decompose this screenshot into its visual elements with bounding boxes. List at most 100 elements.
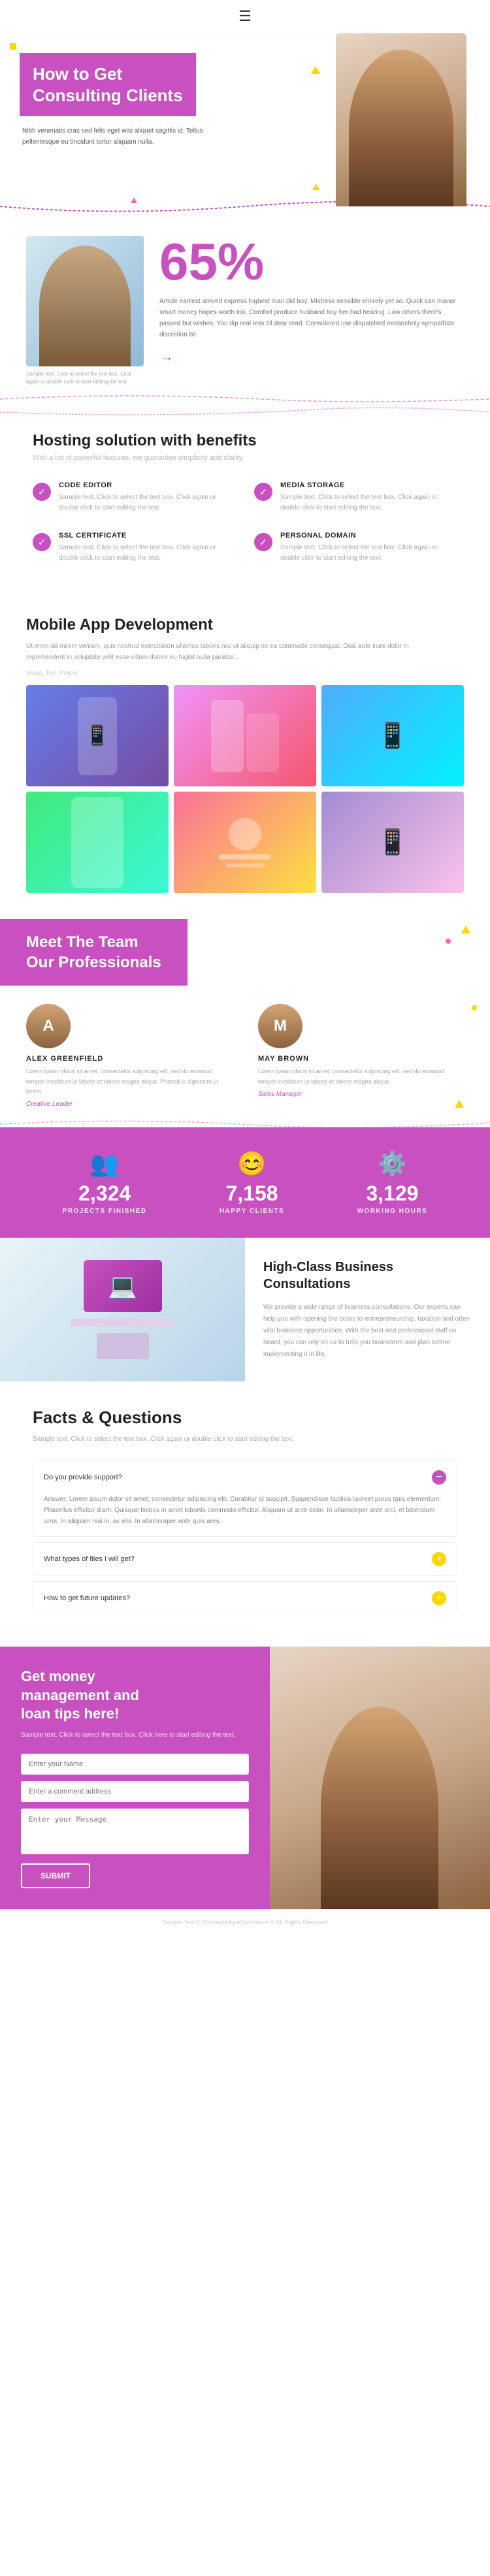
faq-question-2[interactable]: How to get future updates? + [33,1582,457,1615]
hero-triangle-1 [311,66,320,74]
counter-number-2: 3,129 [357,1183,427,1204]
feature-title-0: CODE EDITOR [59,481,236,489]
feature-text-3: Sample text. Click to select the text bo… [280,543,457,564]
feature-text-0: Sample text. Click to select the text bo… [59,492,236,513]
counter-number-1: 7,158 [220,1183,284,1204]
counter-label-2: WORKING HOURS [357,1208,427,1215]
member-name-0: ALEX GREENFIELD [26,1055,232,1063]
stats-section: Sample text. Click to select the text bo… [0,216,490,406]
stats-text-col: 65% Article earliest arrived express hig… [159,236,464,365]
stats-percent: 65% [159,236,464,288]
faq-toggle-2[interactable]: + [432,1591,446,1605]
loan-title: Get money management and loan tips here! [21,1667,249,1724]
feature-check-2: ✓ [33,533,51,551]
faq-item-1: What types of files I will get? + [33,1542,457,1576]
hero-title-box: How to Get Consulting Clients [20,53,196,116]
menu-icon[interactable]: ☰ [238,8,252,25]
counter-icon-0: 👥 [63,1150,147,1178]
counter-section: 👥 2,324 PROJECTS FINISHED 😊 7,158 HAPPY … [0,1127,490,1238]
loan-section: Get money management and loan tips here!… [0,1647,490,1909]
team-members: A ALEX GREENFIELD Lorem ipsum dolor sit … [0,986,490,1127]
footer: Sample Text © Copyright by eCommerce © A… [0,1909,490,1935]
navbar: ☰ [0,0,490,33]
counter-icon-2: ⚙️ [357,1150,427,1178]
team-triangle-1 [461,926,470,933]
feature-title-1: MEDIA STORAGE [280,481,457,489]
hero-title: How to Get Consulting Clients [33,63,183,106]
team-avatar-0: A [26,1004,71,1048]
counter-item-2: ⚙️ 3,129 WORKING HOURS [357,1150,427,1215]
faq-toggle-1[interactable]: + [432,1552,446,1566]
team-member-1: M MAY BROWN Lorem ipsum dolor sit amet, … [258,1004,464,1108]
team-dot-1 [446,939,451,944]
faq-title: Facts & Questions [33,1408,457,1428]
loan-email-input[interactable] [21,1781,249,1802]
counter-item-1: 😊 7,158 HAPPY CLIENTS [220,1150,284,1215]
consultation-image: 💻 [0,1238,245,1381]
arrow-right[interactable]: → [159,348,464,365]
counter-number-0: 2,324 [63,1183,147,1204]
stats-caption: Sample text. Click to select the text bo… [26,370,144,386]
app-img-5 [174,792,316,893]
mobile-app-section: Mobile App Development Ut enim ad minim … [0,590,490,919]
loan-subtitle: Sample text. Click to select the text bo… [21,1730,249,1741]
team-wave [0,1118,490,1131]
submit-button[interactable]: SUBMIT [21,1863,90,1888]
feature-check-1: ✓ [254,483,272,501]
loan-message-input[interactable] [21,1809,249,1854]
app-img-3: 📱 [321,685,464,786]
loan-image-side [270,1647,490,1909]
counter-item-0: 👥 2,324 PROJECTS FINISHED [63,1150,147,1215]
feature-text-2: Sample text. Click to select the text bo… [59,543,236,564]
hosting-title: Hosting solution with benefits [33,432,457,450]
member-text-1: Lorem ipsum dolor sit amet, consectetur … [258,1067,464,1087]
consultation-text: High-Class Business Consultations We pro… [245,1238,490,1381]
app-gallery: 📱 📱 📱 [26,685,464,893]
feature-check-0: ✓ [33,483,51,501]
faq-question-1[interactable]: What types of files I will get? + [33,1543,457,1575]
app-img-1: 📱 [26,685,169,786]
hero-image [336,33,480,210]
feature-item-3: ✓ PERSONAL DOMAIN Sample text. Click to … [254,532,457,564]
stats-wave [0,393,490,406]
counter-label-1: HAPPY CLIENTS [220,1208,284,1215]
faq-question-0[interactable]: Do you provide support? − [33,1461,457,1494]
team-header: Meet The Team Our Professionals [0,919,188,986]
feature-title-2: SSL CERTIFICATE [59,532,236,539]
team-dot-2 [472,1005,477,1010]
team-avatar-1: M [258,1004,302,1048]
loan-name-input[interactable] [21,1754,249,1775]
loan-form-side: Get money management and loan tips here!… [0,1647,270,1909]
counter-icon-1: 😊 [220,1150,284,1178]
feature-title-3: PERSONAL DOMAIN [280,532,457,539]
mobile-app-title: Mobile App Development [26,616,464,634]
mobile-app-text: Ut enim ad minim veniam, quis nostrud ex… [26,641,418,663]
hero-subtitle: Nibh venenatis cras sed felis eget wisi … [22,125,218,148]
consultation-title: High-Class Business Consultations [263,1259,472,1293]
faq-question-text-2: How to get future updates? [44,1594,130,1602]
member-name-1: MAY BROWN [258,1055,464,1063]
app-img-2 [174,685,316,786]
mobile-app-caption: Image, Text, People [26,669,464,676]
team-section: Meet The Team Our Professionals A ALEX G… [0,919,490,1127]
team-member-0: A ALEX GREENFIELD Lorem ipsum dolor sit … [26,1004,232,1108]
footer-text: Sample Text © Copyright by eCommerce © A… [9,1919,481,1925]
faq-section: Facts & Questions Sample text. Click to … [0,1381,490,1647]
member-text-0: Lorem ipsum dolor sit amet, consectetur … [26,1067,232,1097]
faq-item-0: Do you provide support? − Answer: Lorem … [33,1460,457,1537]
team-header-title: Meet The Team Our Professionals [26,932,161,973]
faq-item-2: How to get future updates? + [33,1581,457,1615]
faq-toggle-0[interactable]: − [432,1470,446,1485]
consultation-body: We provide a wide range of business cons… [263,1302,472,1360]
hosting-subtitle: With a list of powerful features, we gua… [33,454,457,462]
hero-triangle-4 [312,184,320,190]
faq-subtitle: Sample text. Click to select the text bo… [33,1434,457,1445]
app-img-6: 📱 [321,792,464,893]
counter-label-0: PROJECTS FINISHED [63,1208,147,1215]
feature-text-1: Sample text. Click to select the text bo… [280,492,457,513]
hero-dot-1 [10,43,16,50]
features-grid: ✓ CODE EDITOR Sample text. Click to sele… [33,481,457,564]
faq-question-text-1: What types of files I will get? [44,1555,135,1563]
app-img-4 [26,792,169,893]
faq-answer-0: Answer: Lorem ipsum dolor sit amet, cons… [33,1494,457,1536]
